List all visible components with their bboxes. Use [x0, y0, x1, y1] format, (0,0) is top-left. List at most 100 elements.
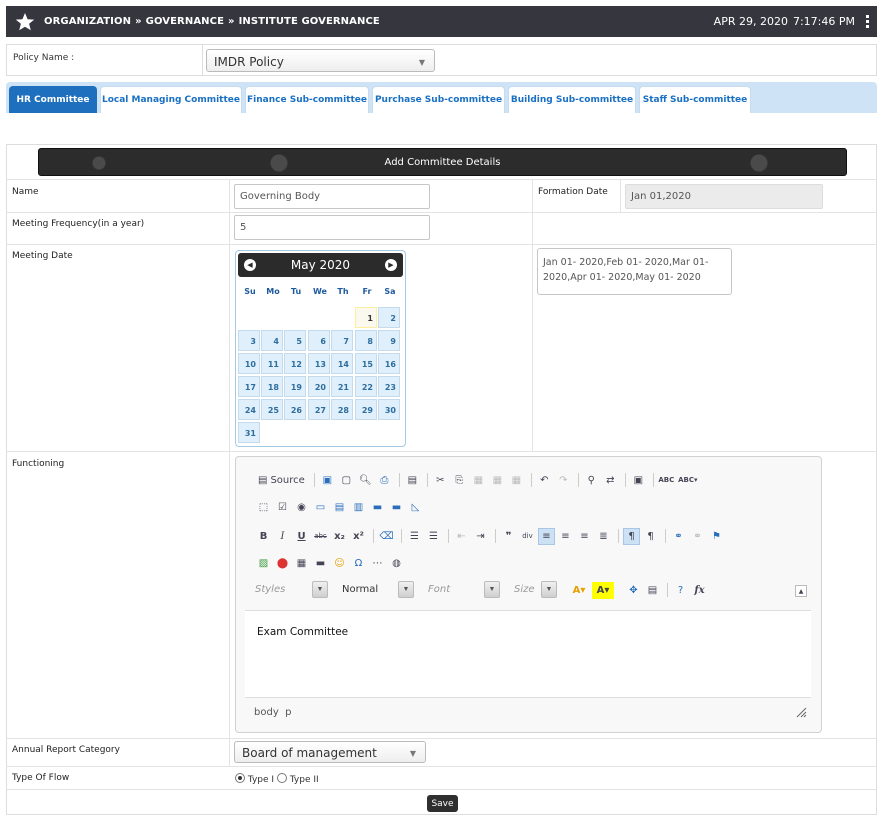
calendar-day[interactable]: 15 [355, 353, 377, 374]
link-icon[interactable]: ⚭ [670, 528, 687, 545]
calendar-day[interactable]: 3 [238, 330, 260, 351]
calendar-day[interactable]: 12 [284, 353, 306, 374]
flow-type-1-label[interactable]: Type I [248, 775, 274, 785]
blockquote-icon[interactable]: ❞ [500, 528, 517, 545]
calendar-day[interactable]: 22 [355, 376, 377, 397]
text-color-icon[interactable]: A▾ [568, 582, 590, 599]
calendar-day[interactable]: 28 [331, 399, 353, 420]
replace-icon[interactable]: ⇄ [602, 472, 619, 489]
calendar-day[interactable]: 26 [284, 399, 306, 420]
special-char-icon[interactable]: Ω [350, 555, 367, 572]
calendar-day[interactable]: 4 [261, 330, 283, 351]
unlink-icon[interactable]: ⚭ [689, 528, 706, 545]
table-icon[interactable]: ▦ [293, 555, 310, 572]
preview-icon[interactable]: 🔍︎ [357, 472, 374, 489]
find-icon[interactable]: ⚲ [583, 472, 600, 489]
calendar-day[interactable]: 13 [308, 353, 330, 374]
spellcheck-menu-icon[interactable]: ABC▾ [677, 472, 699, 489]
flow-type-1-radio[interactable] [235, 773, 245, 783]
name-input[interactable]: Governing Body [234, 184, 430, 209]
div-icon[interactable]: div [519, 528, 536, 545]
tab-hr-committee[interactable]: HR Committee [9, 86, 97, 113]
outdent-icon[interactable]: ⇤ [453, 528, 470, 545]
editor-content[interactable]: Exam Committee [245, 610, 811, 698]
calendar-day[interactable]: 10 [238, 353, 260, 374]
calendar-day[interactable]: 21 [331, 376, 353, 397]
font-combo[interactable]: Font ▼ [418, 580, 504, 600]
calendar-day[interactable]: 25 [261, 399, 283, 420]
bg-color-icon[interactable]: A▾ [592, 581, 614, 599]
next-month-icon[interactable]: ▶ [385, 259, 397, 271]
paste-word-icon[interactable]: ▦ [508, 472, 525, 489]
calendar-day[interactable]: 30 [378, 399, 400, 420]
calendar-day[interactable]: 29 [355, 399, 377, 420]
strike-icon[interactable]: abc [312, 528, 329, 545]
tab-building-sub-committee[interactable]: Building Sub-committee [508, 86, 636, 113]
paste-icon[interactable]: ▦ [470, 472, 487, 489]
align-right-icon[interactable]: ≡ [576, 528, 593, 545]
indent-icon[interactable]: ⇥ [472, 528, 489, 545]
superscript-icon[interactable]: x² [350, 528, 367, 545]
resize-handle-icon[interactable] [796, 707, 807, 718]
size-combo[interactable]: Size ▼ [504, 580, 560, 600]
meeting-dates-textarea[interactable]: Jan 01- 2020,Feb 01- 2020,Mar 01- 2020,A… [537, 248, 732, 295]
chevron-down-icon[interactable]: ▼ [398, 581, 414, 598]
calendar-day[interactable]: 9 [378, 330, 400, 351]
image-button-icon[interactable]: ▬ [388, 499, 405, 516]
calendar-day[interactable]: 20 [308, 376, 330, 397]
chevron-down-icon[interactable]: ▼ [312, 581, 328, 598]
calendar-day[interactable]: 2 [378, 307, 400, 328]
select-all-icon[interactable]: ▣ [630, 472, 647, 489]
save-icon[interactable]: ▣ [319, 472, 336, 489]
calendar-day[interactable]: 5 [284, 330, 306, 351]
tab-purchase-sub-committee[interactable]: Purchase Sub-committee [372, 86, 505, 113]
cut-icon[interactable]: ✂ [432, 472, 449, 489]
calendar-day[interactable]: 16 [378, 353, 400, 374]
flow-type-2-radio[interactable] [276, 773, 287, 783]
iframe-icon[interactable]: ◍ [388, 555, 405, 572]
copy-icon[interactable]: ⎘ [451, 472, 468, 489]
format-combo[interactable]: Normal ▼ [332, 580, 416, 600]
align-center-icon[interactable]: ≡ [557, 528, 574, 545]
tab-finance-sub-committee[interactable]: Finance Sub-committee [245, 86, 369, 113]
hidden-field-icon[interactable]: ◺ [407, 499, 424, 516]
text-field-icon[interactable]: ▭ [312, 499, 329, 516]
meeting-frequency-input[interactable]: 5 [234, 215, 430, 240]
textarea-icon[interactable]: ▤ [331, 499, 348, 516]
subscript-icon[interactable]: x₂ [331, 528, 348, 545]
rtl-icon[interactable]: ¶ [642, 528, 659, 545]
numbered-list-icon[interactable]: ☰ [406, 528, 423, 545]
policy-select[interactable]: IMDR Policy ▼ [206, 49, 435, 72]
calendar-day[interactable]: 18 [261, 376, 283, 397]
radio-icon[interactable]: ◉ [293, 499, 310, 516]
templates-icon[interactable]: ▤ [404, 472, 421, 489]
star-icon[interactable] [15, 12, 35, 32]
redo-icon[interactable]: ↷ [555, 472, 572, 489]
help-icon[interactable]: ? [672, 582, 689, 599]
remove-format-icon[interactable]: ⌫ [378, 528, 395, 545]
align-left-icon[interactable]: ≡ [538, 527, 555, 545]
calendar-day[interactable]: 17 [238, 376, 260, 397]
new-page-icon[interactable]: ▢ [338, 472, 355, 489]
source-button[interactable]: ▤ Source [255, 472, 308, 489]
flow-type-2-label[interactable]: Type II [290, 775, 319, 785]
maximize-icon[interactable]: ✥ [625, 582, 642, 599]
button-field-icon[interactable]: ▬ [369, 499, 386, 516]
spellcheck-icon[interactable]: ABC [658, 472, 675, 489]
print-icon[interactable]: ⎙ [376, 472, 393, 489]
prev-month-icon[interactable]: ◀ [244, 259, 256, 271]
bulleted-list-icon[interactable]: ☰ [425, 528, 442, 545]
smiley-icon[interactable]: ☺ [331, 555, 348, 572]
calendar-day[interactable]: 23 [378, 376, 400, 397]
calendar-day[interactable]: 6 [308, 330, 330, 351]
styles-combo[interactable]: Styles ▼ [245, 580, 333, 600]
bold-icon[interactable]: B [255, 528, 272, 545]
calendar-day[interactable]: 1 [355, 307, 377, 328]
calendar-day[interactable]: 11 [261, 353, 283, 374]
breadcrumb-item[interactable]: GOVERNANCE [146, 16, 224, 27]
editor-element-path[interactable]: body p [254, 707, 291, 718]
calendar-day[interactable]: 7 [331, 330, 353, 351]
chevron-down-icon[interactable]: ▼ [484, 581, 500, 598]
calendar-day[interactable]: 27 [308, 399, 330, 420]
tab-local-managing-committee[interactable]: Local Managing Committee [100, 86, 242, 113]
